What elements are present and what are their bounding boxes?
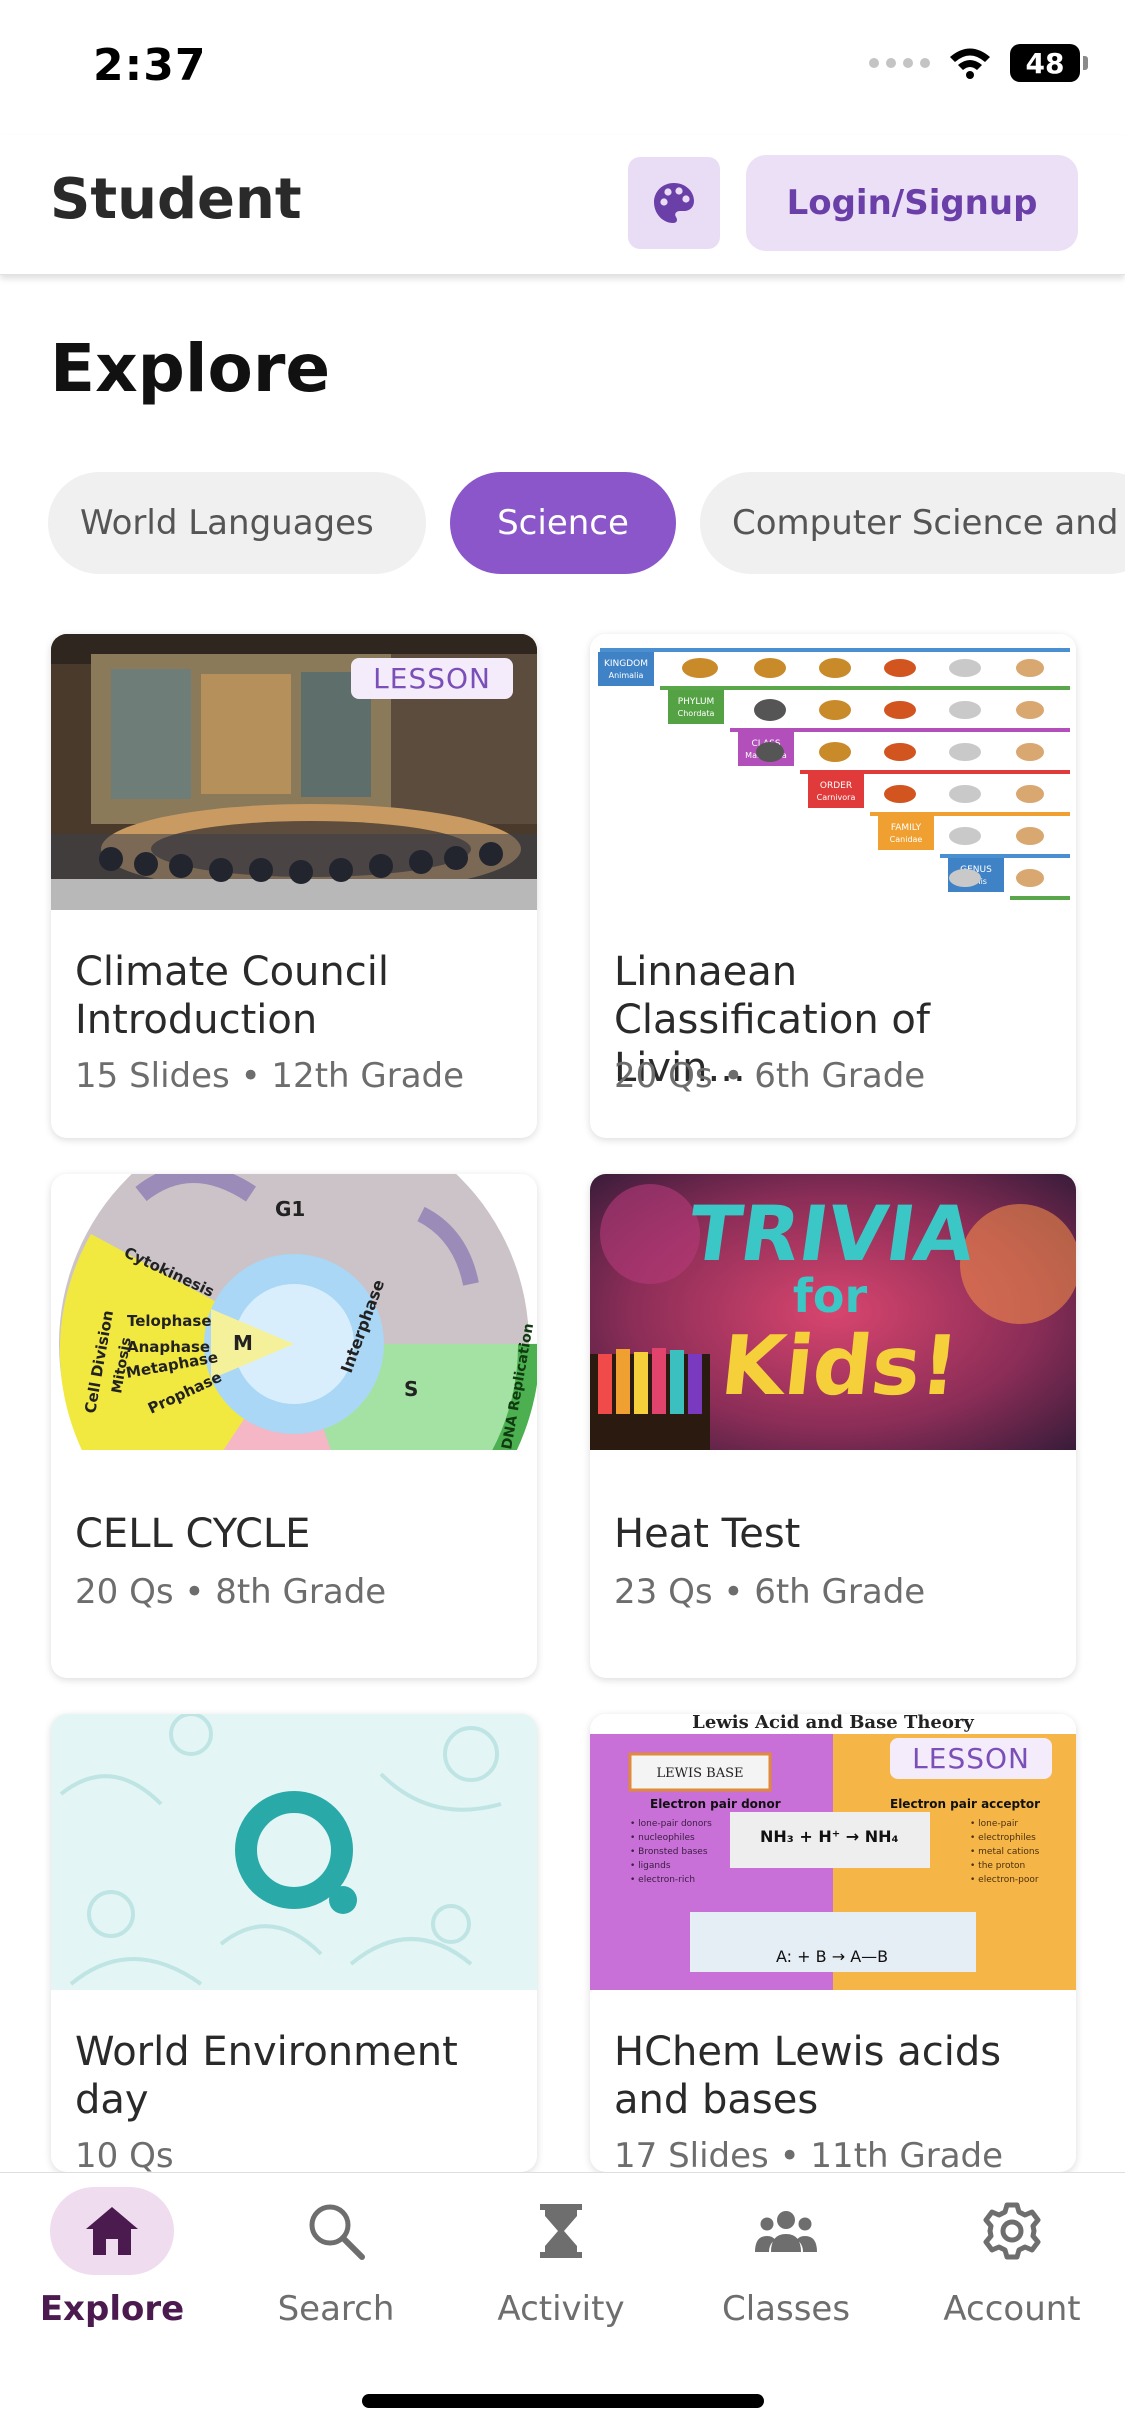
svg-text:• nucleophiles: • nucleophiles — [630, 1833, 695, 1843]
svg-text:• ligands: • ligands — [630, 1861, 671, 1871]
content-card-world-environment-day[interactable]: World Environment day 10 Qs — [51, 1714, 537, 2172]
content-card-heat-test[interactable]: TRIVIA for Kids! Heat Test 23 Qs • 6th G… — [590, 1174, 1076, 1678]
card-title: World Environment day — [75, 2029, 458, 2123]
card-meta: 20 Qs • 8th Grade — [75, 1572, 387, 1612]
nav-label: Account — [943, 2289, 1081, 2329]
card-meta: 10 Qs — [75, 2136, 174, 2172]
svg-text:• electrophiles: • electrophiles — [970, 1833, 1036, 1843]
content-card-lewis-acids-bases[interactable]: Lewis Acid and Base Theory LEWIS BASE El… — [590, 1714, 1076, 2172]
label-family: FAMILY — [891, 823, 922, 833]
nav-label: Explore — [39, 2289, 185, 2329]
svg-text:A: + B → A—B: A: + B → A—B — [776, 1947, 888, 1966]
svg-text:• the proton: • the proton — [970, 1861, 1025, 1871]
label-m: M — [233, 1331, 253, 1355]
nav-account-icon-wrap — [950, 2187, 1074, 2275]
card-thumbnail: KINGDOMAnimalia PHYLUMChordata CLASSMamm… — [590, 634, 1076, 910]
theme-button[interactable] — [628, 157, 720, 249]
nav-account[interactable]: Account — [922, 2187, 1102, 2337]
svg-text:Electron pair donor: Electron pair donor — [650, 1797, 781, 1811]
battery-icon: 48 — [1010, 44, 1088, 82]
svg-text:• metal cations: • metal cations — [970, 1847, 1040, 1857]
card-meta: 23 Qs • 6th Grade — [614, 1572, 926, 1612]
svg-text:Canidae: Canidae — [890, 835, 923, 844]
people-icon — [755, 2211, 817, 2252]
subject-chips: World Languages Science Computer Science… — [0, 472, 1125, 574]
svg-text:Electron pair acceptor: Electron pair acceptor — [890, 1797, 1040, 1811]
content-card-climate-council[interactable]: LESSON Climate Council Introduction 15 S… — [51, 634, 537, 1138]
signal-icon — [869, 58, 930, 68]
svg-text:• electron-poor: • electron-poor — [970, 1875, 1039, 1885]
svg-text:NH₃ + H⁺ → NH₄: NH₃ + H⁺ → NH₄ — [760, 1827, 899, 1846]
card-thumbnail: Lewis Acid and Base Theory LEWIS BASE El… — [590, 1714, 1076, 1990]
nav-label: Classes — [721, 2289, 851, 2329]
home-indicator[interactable] — [362, 2394, 764, 2408]
card-title: Heat Test — [614, 1511, 801, 1557]
nav-label: Search — [277, 2289, 395, 2329]
label-order: ORDER — [820, 781, 852, 791]
svg-text:• electron-rich: • electron-rich — [630, 1875, 695, 1885]
slide-title: Lewis Acid and Base Theory — [692, 1714, 974, 1733]
home-icon — [86, 2207, 138, 2255]
battery-level: 48 — [1025, 46, 1065, 80]
kids-text: Kids! — [717, 1319, 963, 1414]
status-indicators: 48 — [869, 44, 1088, 82]
palette-icon — [654, 183, 694, 223]
card-thumbnail — [51, 1714, 537, 1990]
status-bar: 2:37 48 — [0, 0, 1125, 135]
svg-text:Chordata: Chordata — [678, 709, 715, 718]
nav-activity[interactable]: Activity — [471, 2187, 651, 2337]
label-phylum: PHYLUM — [678, 697, 715, 707]
svg-text:• Bronsted bases: • Bronsted bases — [630, 1847, 708, 1857]
card-title: HChem Lewis acids and bases — [614, 2029, 1002, 2123]
svg-text:Carnivora: Carnivora — [817, 793, 856, 802]
card-meta: 17 Slides • 11th Grade — [614, 2136, 1004, 2172]
app-header: Student Login/Signup — [0, 135, 1125, 275]
for-text: for — [793, 1269, 868, 1323]
card-thumbnail: LESSON — [51, 634, 537, 910]
chip-science[interactable]: Science — [450, 472, 676, 574]
cell-cycle-diagram-image: G1 M S Interphase Cytokinesis Telophase … — [51, 1174, 537, 1450]
status-time: 2:37 — [93, 40, 207, 91]
lesson-badge: LESSON — [890, 1738, 1052, 1779]
nav-classes-icon-wrap — [724, 2187, 848, 2275]
svg-text:Telophase: Telophase — [127, 1312, 212, 1330]
wifi-icon — [950, 48, 990, 79]
nav-activity-icon-wrap — [499, 2187, 623, 2275]
trivia-for-kids-image: TRIVIA for Kids! — [590, 1174, 1076, 1450]
label-s: S — [404, 1377, 418, 1401]
chip-computer-science[interactable]: Computer Science and — [700, 472, 1125, 574]
chip-world-languages[interactable]: World Languages — [48, 472, 426, 574]
nav-classes[interactable]: Classes — [696, 2187, 876, 2337]
card-title: CELL CYCLE — [75, 1511, 311, 1557]
nav-label: Activity — [497, 2289, 625, 2329]
lesson-badge: LESSON — [351, 658, 513, 699]
search-icon — [309, 2204, 365, 2260]
card-thumbnail: G1 M S Interphase Cytokinesis Telophase … — [51, 1174, 537, 1450]
card-title: Climate Council Introduction — [75, 949, 389, 1043]
label-kingdom: KINGDOM — [604, 659, 648, 669]
content-card-linnaean-classification[interactable]: KINGDOMAnimalia PHYLUMChordata CLASSMamm… — [590, 634, 1076, 1138]
header-title: Student — [50, 167, 302, 232]
nav-explore-icon-wrap — [50, 2187, 174, 2275]
page-title: Explore — [50, 330, 331, 407]
placeholder-logo-image — [51, 1714, 537, 1990]
svg-text:• lone-pair donors: • lone-pair donors — [630, 1819, 712, 1829]
svg-text:• lone-pair: • lone-pair — [970, 1819, 1018, 1829]
card-meta: 15 Slides • 12th Grade — [75, 1056, 465, 1096]
card-thumbnail: TRIVIA for Kids! — [590, 1174, 1076, 1450]
card-meta: 20 Qs • 6th Grade — [614, 1056, 926, 1096]
content-card-cell-cycle[interactable]: G1 M S Interphase Cytokinesis Telophase … — [51, 1174, 537, 1678]
classification-chart-image: KINGDOMAnimalia PHYLUMChordata CLASSMamm… — [590, 634, 1076, 910]
svg-text:LEWIS BASE: LEWIS BASE — [657, 1766, 744, 1781]
hourglass-icon — [540, 2204, 582, 2258]
trivia-text: TRIVIA — [683, 1190, 980, 1279]
nav-explore[interactable]: Explore — [22, 2187, 202, 2337]
svg-text:Animalia: Animalia — [609, 671, 644, 680]
nav-search-icon-wrap — [274, 2187, 398, 2275]
gear-icon — [983, 2202, 1041, 2260]
label-g1: G1 — [275, 1197, 305, 1221]
login-signup-button[interactable]: Login/Signup — [746, 155, 1078, 251]
nav-search[interactable]: Search — [246, 2187, 426, 2337]
